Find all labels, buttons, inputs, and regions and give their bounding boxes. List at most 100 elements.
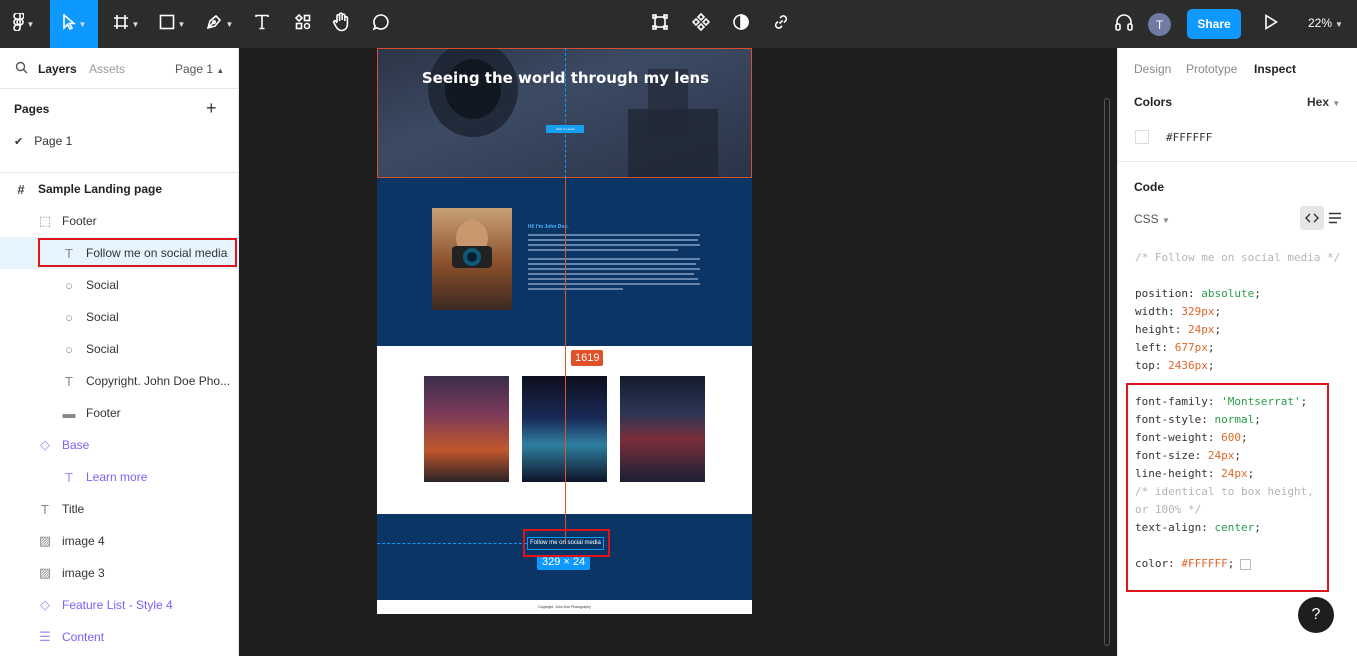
- component-icon: [691, 12, 711, 36]
- size-badge: 329 × 24: [537, 555, 591, 570]
- play-icon: [1264, 13, 1279, 35]
- pen-tool-button[interactable]: ▼: [198, 0, 240, 48]
- layer-label: Footer: [86, 406, 121, 420]
- layer-label: Social: [86, 310, 119, 324]
- code-view-icon[interactable]: [1300, 206, 1324, 230]
- highlight-box: [38, 238, 237, 267]
- layer-item[interactable]: ◇ Base: [0, 429, 239, 461]
- main-menu-button[interactable]: ▼: [0, 0, 46, 48]
- canvas-scrollbar[interactable]: [1104, 98, 1110, 646]
- layer-item[interactable]: ○ Social: [0, 269, 239, 301]
- headphones-button[interactable]: [1110, 0, 1138, 48]
- footer-copyright: Copyright. John Doe Photography: [377, 600, 752, 614]
- avatar[interactable]: T: [1148, 13, 1171, 36]
- css-line: height: 24px;: [1135, 323, 1222, 336]
- page-selector[interactable]: Page 1 ▲: [175, 62, 224, 76]
- layer-label: Learn more: [86, 470, 148, 484]
- layer-item[interactable]: ◇ Feature List - Style 4: [0, 589, 239, 621]
- page-item-label: Page 1: [34, 134, 73, 148]
- layer-label: Social: [86, 278, 119, 292]
- layer-item[interactable]: ○ Social: [0, 333, 239, 365]
- color-format-select[interactable]: Hex ▼: [1307, 95, 1340, 109]
- text-line: [528, 278, 698, 280]
- divider: [0, 88, 239, 89]
- help-button[interactable]: ?: [1298, 597, 1334, 633]
- shape-tool-icon: [159, 14, 175, 35]
- component-button[interactable]: [687, 0, 715, 48]
- zoom-menu[interactable]: 22% ▼: [1308, 16, 1343, 30]
- css-line: left: 677px;: [1135, 341, 1215, 354]
- code-title: Code: [1134, 180, 1164, 194]
- image-icon: ▨: [38, 565, 52, 580]
- text-line: [528, 263, 696, 265]
- text-icon: T: [41, 501, 49, 517]
- measure-line: [565, 178, 566, 544]
- headphones-icon: [1114, 13, 1134, 36]
- figma-menu-icon: [12, 11, 25, 36]
- layer-item[interactable]: ▬ Footer: [0, 397, 239, 429]
- text-icon: T: [65, 373, 73, 389]
- present-button[interactable]: [1258, 0, 1284, 48]
- layer-label: Social: [86, 342, 119, 356]
- hand-tool-button[interactable]: [326, 0, 356, 48]
- component-instance-icon: ◇: [40, 597, 50, 612]
- shape-tool-button[interactable]: ▼: [152, 0, 192, 48]
- comment-tool-button[interactable]: [366, 0, 396, 48]
- layer-item[interactable]: T Copyright. John Doe Pho...: [0, 365, 239, 397]
- layer-item[interactable]: ▨ image 3: [0, 557, 239, 589]
- move-tool-button[interactable]: ▼: [50, 0, 98, 48]
- chevron-down-icon: ▼: [1335, 20, 1343, 29]
- layer-item[interactable]: T Title: [0, 493, 239, 525]
- auto-layout-icon: ☰: [39, 629, 51, 644]
- crop-icon: [651, 13, 669, 36]
- css-layout-block: position: absolute; width: 329px; height: …: [1135, 285, 1261, 375]
- share-button[interactable]: Share: [1187, 9, 1241, 39]
- layer-item[interactable]: ○ Social: [0, 301, 239, 333]
- css-line: top: 2436px;: [1135, 359, 1215, 372]
- frame-tool-button[interactable]: ▼: [106, 0, 146, 48]
- list-view-icon[interactable]: [1328, 211, 1342, 229]
- gallery-image[interactable]: [424, 376, 509, 482]
- chevron-up-icon: ▲: [216, 66, 225, 75]
- tab-design[interactable]: Design: [1134, 62, 1171, 76]
- ellipse-icon: ○: [65, 277, 73, 293]
- tab-assets[interactable]: Assets: [89, 62, 125, 76]
- code-language-select[interactable]: CSS ▼: [1134, 212, 1170, 226]
- dashed-frame-icon: ⬚: [38, 213, 52, 228]
- text-line: [528, 283, 700, 285]
- color-value[interactable]: #FFFFFF: [1166, 131, 1212, 144]
- tab-inspect[interactable]: Inspect: [1254, 62, 1296, 76]
- canvas[interactable]: Seeing the world through my lens View my…: [239, 48, 1117, 656]
- tab-prototype[interactable]: Prototype: [1186, 62, 1237, 76]
- distance-badge: 1619: [571, 350, 604, 366]
- resources-icon: [294, 13, 311, 35]
- about-name: Hi! I'm John Doe.: [528, 224, 569, 230]
- page-item-page-1[interactable]: ✔ Page 1: [0, 125, 239, 157]
- move-tool-icon: [62, 12, 76, 35]
- chevron-down-icon: ▼: [131, 19, 140, 29]
- layer-item[interactable]: ⬚ Footer: [0, 205, 239, 237]
- layer-label: image 4: [62, 534, 105, 548]
- frame-tool-icon: [113, 14, 129, 35]
- contrast-button[interactable]: [727, 0, 755, 48]
- gallery-image[interactable]: [620, 376, 705, 482]
- search-icon[interactable]: [15, 61, 28, 77]
- add-page-icon[interactable]: +: [206, 99, 217, 117]
- highlight-box: [1126, 383, 1329, 592]
- comment-tool-icon: [372, 13, 390, 36]
- color-swatch[interactable]: [1135, 130, 1149, 144]
- layer-item[interactable]: T Learn more: [0, 461, 239, 493]
- layer-label: image 3: [62, 566, 105, 580]
- text-tool-button[interactable]: [248, 0, 276, 48]
- layer-label: Title: [62, 502, 85, 516]
- crop-button[interactable]: [646, 0, 674, 48]
- inspect-panel: Design Prototype Inspect Colors Hex ▼ #F…: [1117, 48, 1357, 656]
- link-button[interactable]: [767, 0, 795, 48]
- layer-item[interactable]: ▨ image 4: [0, 525, 239, 557]
- layer-item[interactable]: ☰ Content: [0, 621, 239, 653]
- tab-layers[interactable]: Layers: [38, 62, 77, 76]
- resources-button[interactable]: [288, 0, 318, 48]
- frame-icon: #: [17, 181, 25, 197]
- layer-label: Copyright. John Doe Pho...: [86, 374, 231, 388]
- layer-frame-sample-landing-page[interactable]: # Sample Landing page: [0, 173, 239, 205]
